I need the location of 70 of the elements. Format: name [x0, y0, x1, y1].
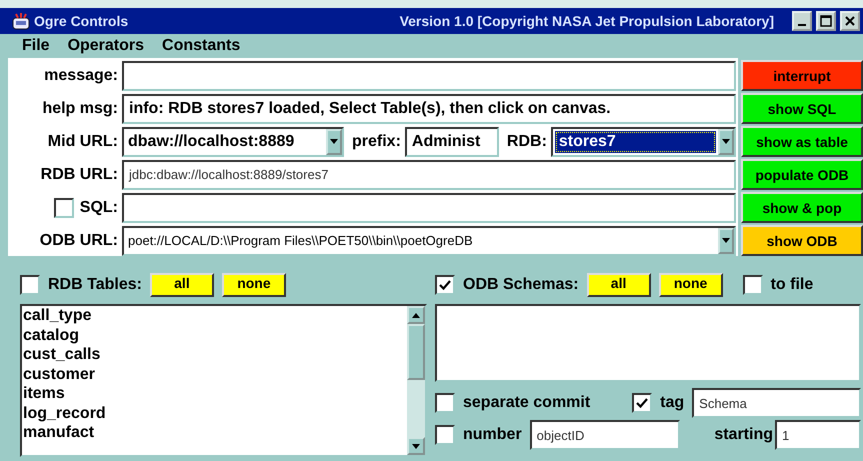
down-arrow-icon [722, 139, 730, 144]
option-label: number [463, 426, 522, 444]
help-field[interactable]: info: RDB stores7 loaded, Select Table(s), then click on canvas. [122, 94, 736, 124]
checkbox[interactable] [435, 393, 455, 413]
option-label: starting [714, 426, 773, 444]
field-label: message: [43, 66, 118, 84]
checkbox[interactable] [54, 198, 74, 218]
section-label: ODB Schemas: [463, 276, 579, 294]
app-icon [12, 12, 30, 30]
check-icon [636, 397, 648, 409]
field-label: SQL: [80, 198, 118, 216]
menu-item[interactable]: Constants [162, 37, 240, 55]
list-item[interactable]: cust_calls [23, 345, 100, 364]
menu-item[interactable]: Operators [68, 37, 144, 55]
field-label: Mid URL: [46, 132, 118, 150]
version-text: Version 1.0 [Copyright NASA Jet Propulsion Laboratory] [400, 13, 774, 29]
field-label: prefix: [352, 132, 401, 150]
option-label: tag [660, 394, 684, 412]
maximize-icon [820, 15, 832, 27]
number-field[interactable]: objectID [530, 420, 680, 450]
checkbox[interactable] [20, 275, 40, 295]
close-icon [845, 16, 855, 26]
scrollbar[interactable] [407, 306, 425, 455]
action-button[interactable]: show SQL [741, 93, 863, 124]
select-button[interactable]: none [222, 273, 286, 297]
checkbox[interactable] [435, 425, 455, 445]
field-label: RDB URL: [40, 166, 118, 184]
list-item[interactable]: log_record [23, 404, 106, 423]
action-button[interactable]: populate ODB [741, 159, 863, 190]
window-title: Ogre Controls [34, 13, 128, 29]
checkbox[interactable] [632, 393, 652, 413]
close-button[interactable] [840, 11, 860, 31]
section-label: RDB Tables: [48, 276, 142, 294]
field-label: help msg: [41, 100, 118, 118]
message-field[interactable] [122, 60, 736, 90]
minimize-button[interactable] [792, 11, 812, 31]
down-arrow-icon [330, 139, 338, 144]
sql-field[interactable] [122, 192, 736, 222]
tag-field[interactable]: Schema [692, 388, 861, 418]
select-button[interactable]: all [150, 273, 214, 297]
odb-url-dropdown[interactable]: poet://LOCAL/D:\\Program Files\\POET50\\bin\\poetOgreDB [122, 226, 736, 256]
down-arrow-icon [412, 444, 420, 448]
list-item[interactable]: catalog [23, 326, 80, 345]
action-button[interactable]: interrupt [741, 60, 863, 91]
action-button[interactable]: show ODB [741, 225, 863, 256]
list-item[interactable]: call_type [23, 306, 92, 326]
option-label: to file [770, 276, 814, 294]
select-button[interactable]: none [658, 273, 723, 297]
maximize-button[interactable] [816, 11, 836, 31]
select-button[interactable]: all [586, 273, 651, 297]
starting-field[interactable]: 1 [775, 420, 861, 450]
list-item[interactable]: items [23, 384, 65, 404]
action-button[interactable]: show & pop [741, 192, 863, 223]
prefix-field[interactable]: Administ [404, 126, 499, 156]
field-label: ODB URL: [38, 232, 118, 250]
option-label: separate commit [463, 394, 590, 412]
checkbox[interactable] [435, 275, 455, 295]
mid-url-dropdown[interactable]: dbaw://localhost:8889 [122, 126, 344, 156]
rdb-dropdown[interactable]: stores7 [550, 126, 736, 156]
list-item[interactable]: manufact [23, 423, 94, 442]
list-item[interactable]: customer [23, 364, 96, 384]
menu-item[interactable]: File [22, 37, 50, 55]
checkbox[interactable] [742, 275, 763, 295]
up-arrow-icon [412, 312, 420, 318]
minimize-icon [798, 24, 806, 26]
field-label: RDB: [506, 132, 547, 150]
down-arrow-icon [722, 238, 730, 243]
check-icon [439, 279, 451, 291]
action-button[interactable]: show as table [741, 126, 863, 157]
rdb-url-field[interactable]: jdbc:dbaw://localhost:8889/stores7 [122, 160, 736, 190]
